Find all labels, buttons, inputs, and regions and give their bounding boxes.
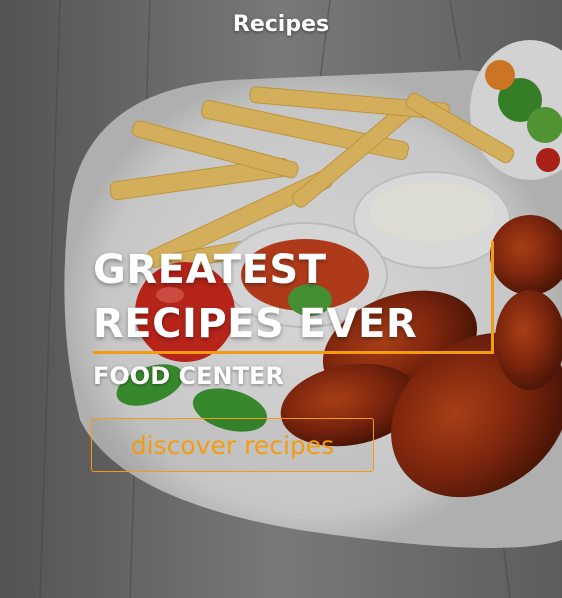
hero-border-bottom [93, 351, 494, 354]
hero-subtitle: FOOD CENTER [93, 362, 284, 390]
hero-headline-line2: RECIPES EVER [93, 301, 418, 347]
hero-border-right [491, 241, 494, 354]
discover-recipes-button[interactable]: discover recipes [91, 418, 374, 472]
hero-headline-line1: GREATEST [93, 247, 327, 293]
page-title: Recipes [232, 12, 330, 37]
hero-headline: GREATEST RECIPES EVER [93, 243, 492, 353]
